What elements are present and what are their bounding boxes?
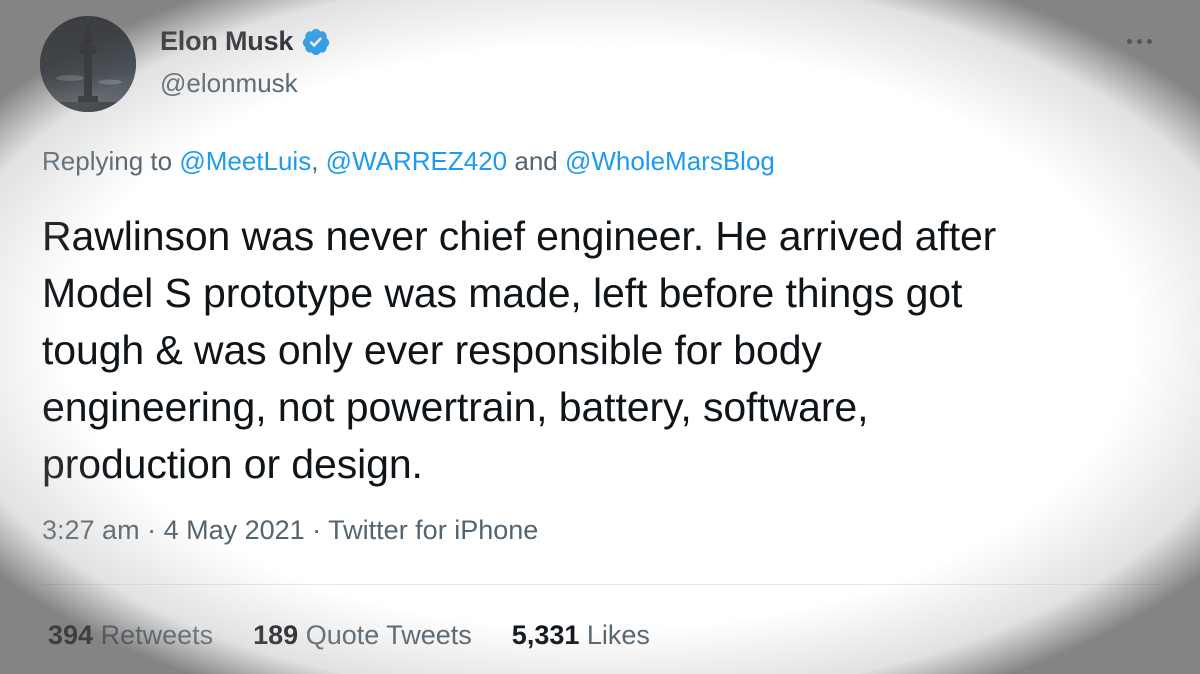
- author-display-name[interactable]: Elon Musk: [160, 26, 293, 57]
- mention-link-wholemarsblog[interactable]: @WholeMarsBlog: [565, 146, 775, 176]
- tweet-text: Rawlinson was never chief engineer. He a…: [42, 213, 997, 487]
- replying-to-line: Replying to @MeetLuis, @WARREZ420 and @W…: [42, 146, 775, 177]
- divider: [42, 584, 1160, 585]
- tweet-date[interactable]: 4 May 2021: [164, 515, 305, 545]
- retweets-count: 394: [48, 620, 94, 650]
- quote-tweets-label: Quote Tweets: [298, 620, 472, 650]
- likes-label: Likes: [579, 620, 650, 650]
- retweets-label: Retweets: [93, 620, 214, 650]
- meta-separator: ·: [139, 515, 164, 545]
- reply-separator: and: [507, 146, 565, 176]
- more-dot: [1146, 38, 1152, 44]
- more-dot: [1136, 38, 1142, 44]
- likes-stat[interactable]: 5,331 Likes: [512, 620, 650, 651]
- meta-separator: ·: [304, 515, 329, 545]
- avatar[interactable]: [40, 16, 136, 112]
- quote-tweets-stat[interactable]: 189 Quote Tweets: [253, 620, 472, 651]
- more-options-icon[interactable]: [1118, 28, 1160, 54]
- more-dot: [1126, 38, 1132, 44]
- mention-link-warrez420[interactable]: @WARREZ420: [326, 146, 507, 176]
- replying-to-label: Replying to: [42, 146, 180, 176]
- author-name-row: Elon Musk: [160, 26, 331, 57]
- reply-separator: ,: [311, 146, 326, 176]
- mention-link-meetluis[interactable]: @MeetLuis: [179, 146, 311, 176]
- verified-badge-icon: [303, 28, 330, 55]
- tweet-card: Elon Musk @elonmusk Replying to @MeetLui…: [0, 0, 1200, 674]
- tweet-source[interactable]: Twitter for iPhone: [328, 515, 538, 545]
- tweet-meta: 3:27 am · 4 May 2021 · Twitter for iPhon…: [42, 515, 538, 546]
- author-handle[interactable]: @elonmusk: [160, 68, 298, 99]
- starship-avatar-image: [40, 16, 136, 112]
- retweets-stat[interactable]: 394 Retweets: [48, 620, 213, 651]
- tweet-time[interactable]: 3:27 am: [42, 515, 140, 545]
- quote-tweets-count: 189: [253, 620, 299, 650]
- likes-count: 5,331: [511, 620, 580, 650]
- engagement-stats: 394 Retweets 189 Quote Tweets 5,331 Like…: [48, 620, 650, 651]
